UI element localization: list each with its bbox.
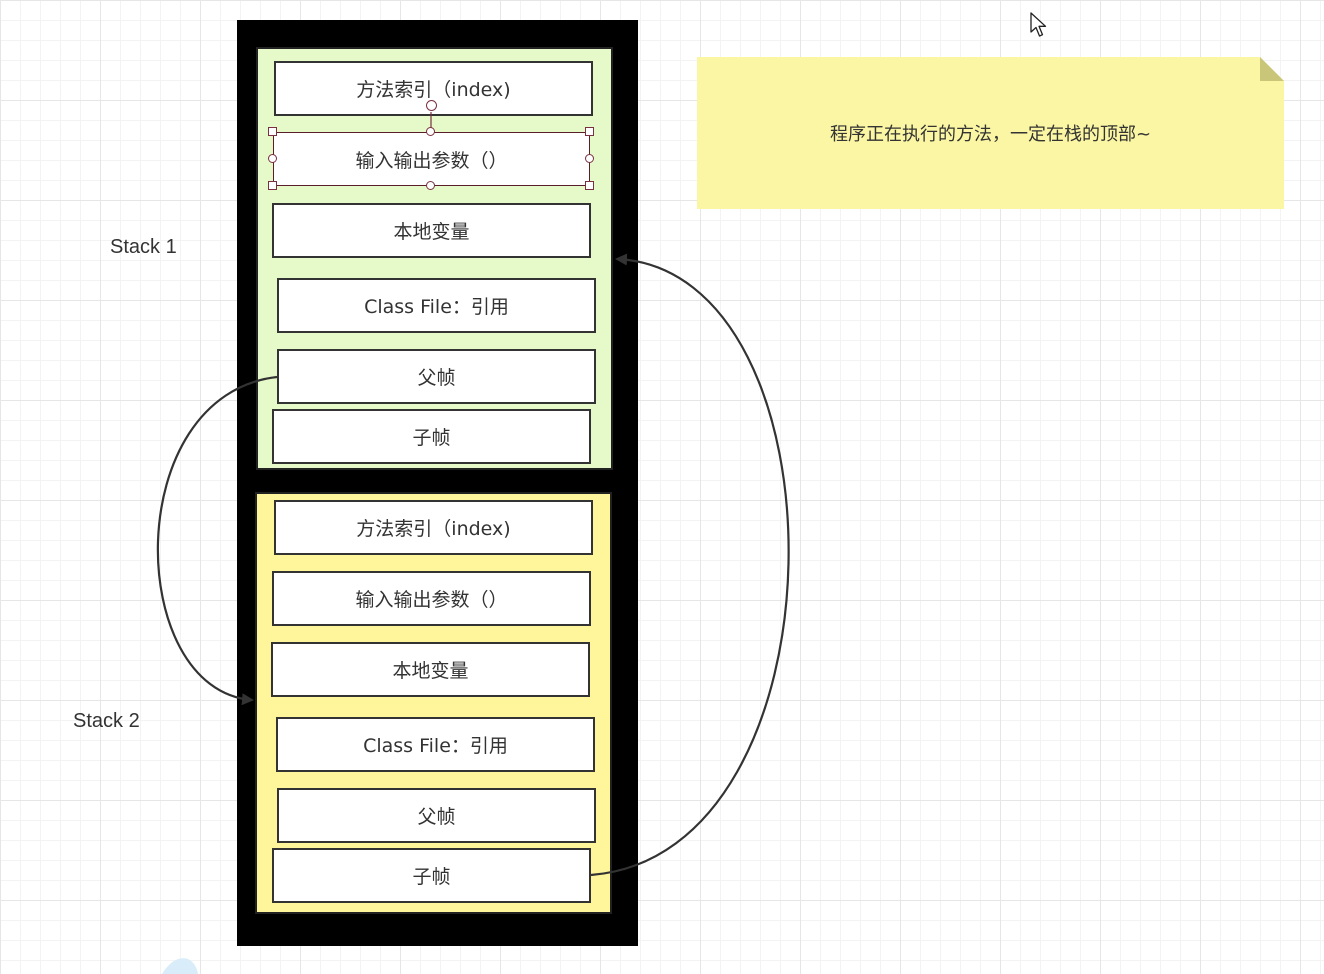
resize-handle-top-right[interactable]: [585, 127, 594, 136]
sticky-note[interactable]: 程序正在执行的方法，一定在栈的顶部~: [697, 57, 1284, 209]
frame1-class-file-cell[interactable]: Class File：引用: [277, 278, 596, 333]
frame2-local-vars-cell[interactable]: 本地变量: [271, 642, 590, 697]
resize-handle-bottom-left[interactable]: [268, 181, 277, 190]
resize-handle-right[interactable]: [585, 154, 594, 163]
resize-handle-bottom[interactable]: [426, 181, 435, 190]
frame2-parent-frame-cell[interactable]: 父帧: [277, 788, 596, 843]
frame1-local-vars-cell[interactable]: 本地变量: [272, 203, 591, 258]
decorative-blob: [162, 958, 198, 974]
stack-2-label[interactable]: Stack 2: [73, 710, 140, 733]
frame2-child-frame-cell[interactable]: 子帧: [272, 848, 591, 903]
rotate-handle[interactable]: [426, 100, 437, 111]
frame1-child-frame-cell[interactable]: 子帧: [272, 409, 591, 464]
resize-handle-top-left[interactable]: [268, 127, 277, 136]
note-corner-fold: [1260, 57, 1284, 81]
mouse-pointer-icon: [1030, 12, 1047, 37]
sticky-note-text: 程序正在执行的方法，一定在栈的顶部~: [829, 124, 1152, 145]
resize-handle-left[interactable]: [268, 154, 277, 163]
frame2-class-file-cell[interactable]: Class File：引用: [276, 717, 595, 772]
stack-1-label[interactable]: Stack 1: [110, 236, 177, 259]
frame1-parent-frame-cell[interactable]: 父帧: [277, 349, 596, 404]
resize-handle-top[interactable]: [426, 127, 435, 136]
frame2-io-params-cell[interactable]: 输入输出参数（）: [272, 571, 591, 626]
resize-handle-bottom-right[interactable]: [585, 181, 594, 190]
frame2-method-index-cell[interactable]: 方法索引（index): [274, 500, 593, 555]
frame1-io-params-cell[interactable]: 输入输出参数（）: [273, 132, 590, 186]
